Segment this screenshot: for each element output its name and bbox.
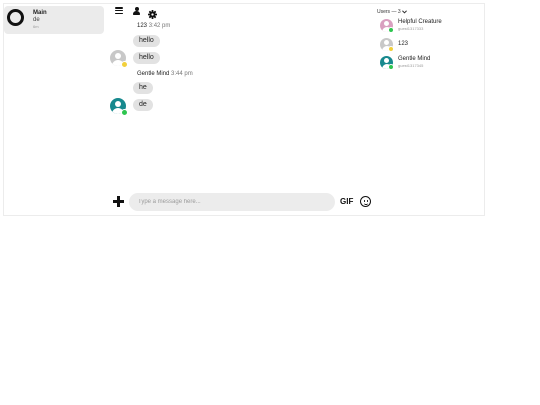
room-name: Main — [33, 10, 47, 16]
status-badge — [388, 64, 394, 70]
message-time: 3:42 pm — [148, 23, 171, 29]
settings-icon[interactable] — [148, 6, 157, 19]
message-meta: Gentle Mind 3:44 pm — [137, 71, 193, 77]
user-icon[interactable] — [132, 6, 141, 15]
message-bubble[interactable]: he — [133, 82, 153, 94]
message-author: Gentle Mind — [137, 71, 170, 77]
status-badge — [388, 27, 394, 33]
message-time: 3:44 pm — [171, 71, 193, 77]
emoji-icon[interactable] — [360, 196, 371, 207]
room-time: 6m — [33, 24, 39, 29]
chevron-down-icon — [402, 10, 407, 14]
user-handle: guest1317345 — [398, 63, 424, 68]
user-name: Helpful Creature — [398, 19, 442, 25]
add-attachment-button[interactable] — [113, 196, 124, 207]
message-meta: 123 3:42 pm — [137, 23, 170, 29]
user-name: 123 — [398, 41, 409, 47]
users-dropdown[interactable]: Users — 3 — [377, 9, 407, 15]
message-author: 123 — [137, 23, 148, 29]
message-bubble[interactable]: hello — [133, 35, 160, 47]
room-last-message: de — [33, 17, 40, 23]
room-item-main[interactable]: Main de 6m — [4, 6, 104, 34]
message-bubble[interactable]: de — [133, 99, 153, 111]
gif-button[interactable]: GIF — [340, 197, 353, 206]
status-badge — [121, 109, 128, 116]
chat-window — [3, 3, 485, 216]
status-badge — [121, 61, 128, 68]
users-count-label: Users — 3 — [377, 9, 401, 15]
room-logo-icon — [7, 9, 24, 26]
message-input[interactable] — [129, 193, 335, 211]
user-name: Gentle Mind — [398, 56, 431, 62]
user-handle: guest1317333 — [398, 26, 424, 31]
message-bubble[interactable]: hello — [133, 52, 160, 64]
status-badge — [388, 46, 394, 52]
menu-icon[interactable] — [115, 6, 124, 15]
